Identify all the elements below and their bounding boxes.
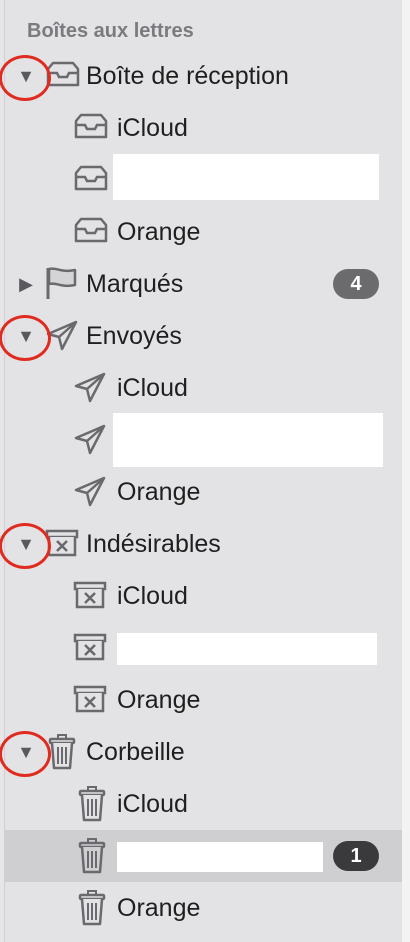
mailbox-label: Envoyés (86, 322, 182, 350)
redacted-account-name (117, 842, 323, 872)
inbox-tray-icon (73, 111, 111, 145)
trash-can-icon (77, 838, 115, 874)
disclosure-open-icon[interactable]: ▼ (13, 739, 39, 765)
mailbox-label: Indésirables (86, 530, 221, 558)
mailbox-sent-redacted[interactable] (5, 413, 403, 467)
mailbox-label: Orange (117, 686, 201, 714)
disclosure-open-icon[interactable]: ▼ (13, 63, 39, 89)
mailbox-junk-icloud[interactable]: iCloud (5, 570, 403, 622)
mailbox-label: iCloud (117, 114, 188, 142)
paper-plane-icon (73, 475, 111, 509)
section-title: Boîtes aux lettres (27, 20, 194, 42)
unread-count-badge: 1 (333, 841, 379, 871)
trash-can-icon (77, 890, 115, 926)
mailbox-label: Marqués (86, 270, 184, 298)
mailbox-junk-redacted[interactable] (5, 622, 403, 674)
mailbox-flagged[interactable]: ▶ Marqués 4 (5, 258, 403, 310)
mailbox-sent-orange[interactable]: Orange (5, 466, 403, 518)
mailbox-inbox-redacted[interactable] (5, 154, 403, 206)
mailbox-trash-icloud[interactable]: iCloud (5, 778, 403, 830)
paper-plane-icon (73, 423, 111, 457)
mailbox-label: Corbeille (86, 738, 185, 766)
scrollbar-gutter[interactable] (402, 0, 410, 942)
paper-plane-icon (45, 319, 83, 353)
mailbox-label: iCloud (117, 790, 188, 818)
mailbox-inbox-orange[interactable]: Orange (5, 206, 403, 258)
mailbox-junk[interactable]: ▼ Indésirables (5, 518, 403, 570)
mailbox-label: iCloud (117, 582, 188, 610)
mailbox-trash-orange[interactable]: Orange (5, 882, 403, 934)
redacted-account-name (117, 633, 377, 665)
mailbox-junk-orange[interactable]: Orange (5, 674, 403, 726)
inbox-tray-icon (73, 215, 111, 249)
disclosure-open-icon[interactable]: ▼ (13, 323, 39, 349)
mailbox-sent[interactable]: ▼ Envoyés (5, 310, 403, 362)
redacted-account-name (113, 413, 383, 467)
trash-can-icon (47, 734, 85, 770)
mailbox-trash-redacted[interactable]: 1 (5, 830, 403, 882)
mailbox-label: Orange (117, 894, 201, 922)
disclosure-open-icon[interactable]: ▼ (13, 531, 39, 557)
flag-icon (43, 265, 81, 299)
trash-can-icon (77, 786, 115, 822)
mailbox-label: Orange (117, 478, 201, 506)
mailboxes-sidebar: Boîtes aux lettres ▼ Boîte de réception … (0, 0, 404, 942)
mailbox-label: Orange (117, 218, 201, 246)
disclosure-closed-icon[interactable]: ▶ (13, 271, 39, 297)
redacted-account-name (113, 154, 379, 200)
mailbox-label: Boîte de réception (86, 62, 289, 90)
inbox-tray-icon (73, 163, 111, 197)
mailbox-label: iCloud (117, 374, 188, 402)
mailbox-trash[interactable]: ▼ Corbeille (5, 726, 403, 778)
paper-plane-icon (73, 371, 111, 405)
junk-box-icon (73, 579, 111, 613)
unread-count-badge: 4 (333, 269, 379, 299)
mailbox-inbox-icloud[interactable]: iCloud (5, 102, 403, 154)
junk-box-icon (73, 683, 111, 717)
inbox-tray-icon (45, 59, 83, 93)
junk-box-icon (45, 527, 83, 561)
mailbox-sent-icloud[interactable]: iCloud (5, 362, 403, 414)
junk-box-icon (73, 631, 111, 665)
mailbox-inbox[interactable]: ▼ Boîte de réception (5, 50, 403, 102)
